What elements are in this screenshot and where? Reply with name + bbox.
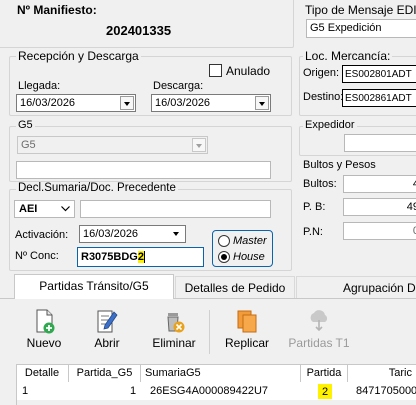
column-header-detalle[interactable]: Detalle <box>16 365 69 383</box>
origen-field[interactable]: ES002801ADT <box>342 65 416 83</box>
conc-input[interactable]: R3075BDG2 <box>77 247 204 267</box>
cloud-download-icon <box>310 310 328 332</box>
chevron-down-icon[interactable] <box>170 227 184 241</box>
manifiesto-number: 202401335 <box>106 23 172 38</box>
descarga-label: Descarga: <box>153 80 204 92</box>
g5-select-value: G5 <box>21 139 36 151</box>
peso-bruto-value: 49 <box>406 201 416 213</box>
destino-value: ES002861ADT <box>345 93 412 104</box>
tab-partidas-transito-label: Partidas Tránsito/G5 <box>39 279 149 293</box>
g5-select[interactable]: G5 <box>17 136 208 154</box>
anulado-label: Anulado <box>226 64 271 78</box>
llegada-date-picker[interactable]: 16/03/2026 <box>16 94 136 112</box>
manifiesto-label: Nº Manifiesto: <box>17 3 97 17</box>
expedidor-field[interactable] <box>344 134 416 152</box>
cell-partida-g5: 1 <box>130 385 137 397</box>
descarga-date-value: 16/03/2026 <box>155 97 211 109</box>
master-label: Master <box>233 235 267 247</box>
column-header-taric[interactable]: Taric <box>348 365 416 383</box>
new-document-icon <box>36 309 55 334</box>
edit-document-icon <box>97 310 118 333</box>
recepcion-title: Recepción y Descarga <box>16 49 141 63</box>
anulado-checkbox[interactable] <box>209 64 222 77</box>
bultos-field[interactable]: 4 <box>343 175 416 193</box>
tab-detalles-pedido[interactable]: Detalles de Pedido <box>175 276 295 298</box>
text-cursor <box>143 251 145 264</box>
partidas-t1-button[interactable]: Partidas T1 <box>284 308 354 356</box>
chevron-down-icon[interactable] <box>120 96 134 110</box>
replicar-button[interactable]: Replicar <box>220 308 274 356</box>
tipo-mensaje-select[interactable]: G5 Expedición <box>306 19 416 38</box>
activacion-date-picker[interactable]: 16/03/2026 <box>79 225 186 243</box>
eliminar-button[interactable]: Eliminar <box>146 308 202 356</box>
conc-label: Nº Conc: <box>15 250 59 262</box>
grid-left-edge <box>16 364 17 405</box>
origen-value: ES002801ADT <box>345 69 412 80</box>
partidas-grid-header: Detalle Partida_G5 SumariaG5 Partida Tar… <box>16 364 416 383</box>
nuevo-button[interactable]: Nuevo <box>20 308 68 356</box>
peso-bruto-field[interactable]: 49 <box>343 198 416 216</box>
partidas-t1-label: Partidas T1 <box>288 336 350 350</box>
column-header-sumaria-g5[interactable]: SumariaG5 <box>141 365 301 383</box>
tipo-mensaje-label: Tipo de Mensaje EDI <box>305 3 416 17</box>
tipo-mensaje-value: G5 Expedición <box>310 22 382 34</box>
loc-mercancia-title: Loc. Mercancía: <box>303 49 393 63</box>
descarga-date-picker[interactable]: 16/03/2026 <box>151 94 271 112</box>
cell-partida: 2 <box>318 384 332 399</box>
delete-icon <box>167 313 185 333</box>
replicar-label: Replicar <box>224 336 269 350</box>
decl-doc-field[interactable] <box>80 200 271 218</box>
llegada-date-value: 16/03/2026 <box>20 97 76 109</box>
bultos-label: Bultos: <box>303 178 337 190</box>
nuevo-label: Nuevo <box>26 336 62 350</box>
chevron-down-icon <box>192 138 206 152</box>
tab-agrupacion-label: Agrupación D <box>343 281 416 295</box>
abrir-button[interactable]: Abrir <box>84 308 130 356</box>
llegada-label: Llegada: <box>18 80 61 92</box>
g5-text-field[interactable] <box>16 161 271 179</box>
decl-type-value: AEI <box>19 203 38 215</box>
g5-title: G5 <box>16 119 35 131</box>
activacion-label: Activación: <box>15 229 69 241</box>
chevron-down-icon <box>61 206 70 212</box>
house-radio[interactable] <box>218 251 230 263</box>
tab-partidas-transito[interactable]: Partidas Tránsito/G5 <box>14 274 174 299</box>
conc-value: R3075BDG <box>81 251 138 263</box>
pb-label: P. B: <box>303 201 326 213</box>
pn-label: P.N: <box>303 226 323 238</box>
cell-taric: 8471705000 <box>356 385 416 397</box>
house-label: House <box>233 251 265 263</box>
destino-label: Destino: <box>303 91 344 103</box>
column-header-partida-g5[interactable]: Partida_G5 <box>69 365 141 383</box>
table-row[interactable]: 1 1 26ESG4A000089422U7 2 8471705000 <box>16 382 416 400</box>
decl-title: Decl.Sumaria/Doc. Precedente <box>16 182 178 194</box>
cell-detalle: 1 <box>22 385 29 397</box>
eliminar-label: Eliminar <box>152 336 196 350</box>
tab-agrupacion[interactable]: Agrupación D <box>296 276 416 298</box>
expedidor-title: Expedidor <box>303 119 357 131</box>
peso-neto-field[interactable]: 0 <box>343 222 416 240</box>
master-radio[interactable] <box>218 235 230 247</box>
copy-icon <box>237 310 257 333</box>
bultos-pesos-title: Bultos y Pesos <box>303 159 376 171</box>
chevron-down-icon[interactable] <box>255 96 269 110</box>
abrir-label: Abrir <box>94 336 120 350</box>
destino-field[interactable]: ES002861ADT <box>342 89 416 107</box>
cell-sumaria-g5: 26ESG4A000089422U7 <box>150 385 269 397</box>
activacion-date-value: 16/03/2026 <box>83 228 139 240</box>
toolbar-separator <box>209 310 210 354</box>
origen-label: Origen: <box>303 67 340 79</box>
column-header-partida[interactable]: Partida <box>301 365 348 383</box>
tab-detalles-pedido-label: Detalles de Pedido <box>184 281 286 295</box>
decl-type-select[interactable]: AEI <box>14 200 75 218</box>
